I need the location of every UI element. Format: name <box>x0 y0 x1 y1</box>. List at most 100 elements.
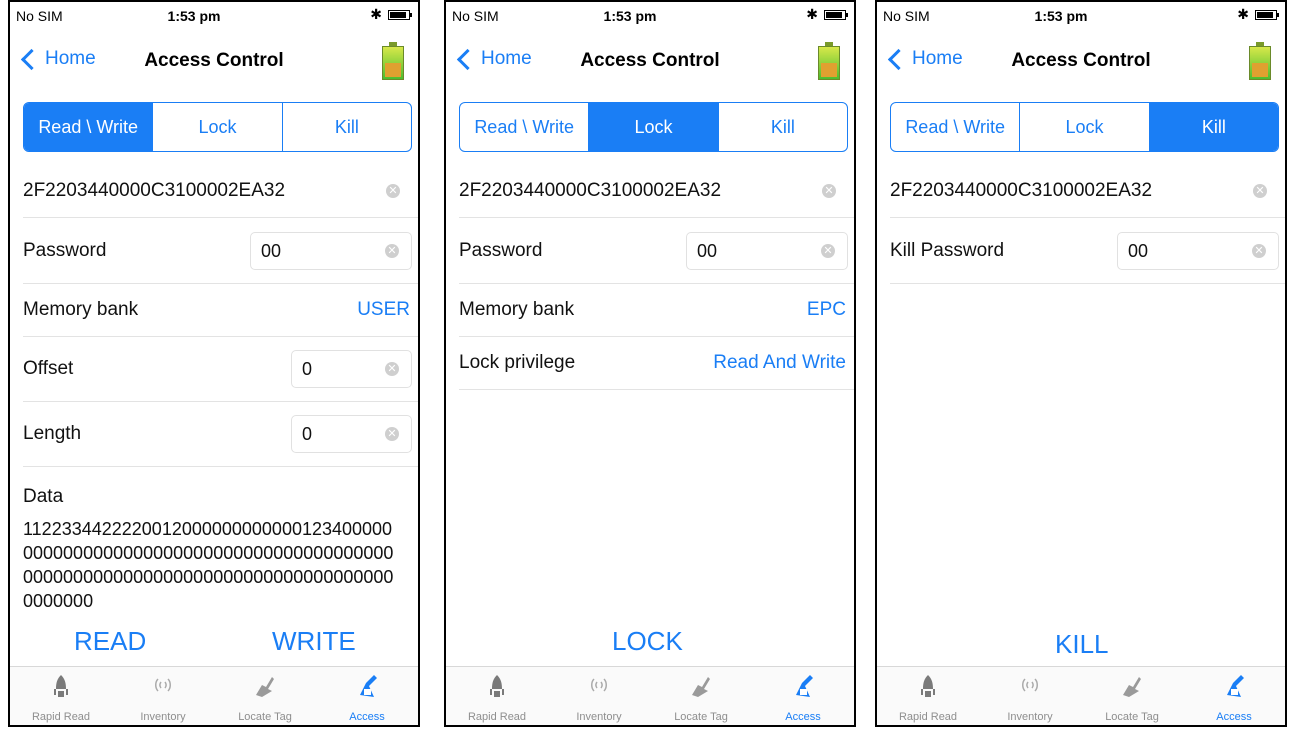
write-button[interactable]: WRITE <box>272 626 356 657</box>
clear-icon[interactable]: ✕ <box>385 244 399 258</box>
password-input[interactable]: 00 ✕ <box>250 232 412 270</box>
clear-icon[interactable]: ✕ <box>1252 244 1266 258</box>
locate-icon <box>256 677 274 697</box>
memory-bank-row[interactable]: Memory bank USER <box>23 284 418 337</box>
phone-read-write: No SIM 1:53 pm ✱ Home Access Control Rea… <box>8 0 420 727</box>
tag-id-field[interactable]: 2F2203440000C3100002EA32 <box>459 180 822 202</box>
length-row: Length 0 ✕ <box>23 402 418 467</box>
lock-privilege-value[interactable]: Read And Write <box>713 352 846 374</box>
tab-locate-tag[interactable]: Locate Tag <box>1081 667 1183 725</box>
reader-battery-icon <box>1249 42 1271 80</box>
tab-rapid-read[interactable]: Rapid Read <box>877 667 979 725</box>
lock-button[interactable]: LOCK <box>612 626 683 657</box>
clear-icon[interactable]: ✕ <box>385 362 399 376</box>
tab-access[interactable]: Access <box>752 667 854 725</box>
page-title: Access Control <box>580 50 720 71</box>
clock: 1:53 pm <box>167 8 221 24</box>
tag-id-field[interactable]: 2F2203440000C3100002EA32 <box>23 180 386 202</box>
tab-label: Rapid Read <box>31 711 91 723</box>
read-button[interactable]: READ <box>74 626 146 657</box>
mode-segmented-control: Read \ Write Lock Kill <box>459 102 848 152</box>
tab-inventory[interactable]: Inventory <box>548 667 650 725</box>
lock-privilege-row[interactable]: Lock privilege Read And Write <box>459 337 854 390</box>
segment-kill[interactable]: Kill <box>719 103 847 151</box>
bluetooth-icon: ✱ <box>1237 6 1249 22</box>
tab-inventory[interactable]: Inventory <box>112 667 214 725</box>
memory-bank-row[interactable]: Memory bank EPC <box>459 284 854 337</box>
reader-battery-icon <box>382 42 404 80</box>
nav-bar: Home Access Control <box>10 34 418 90</box>
signal-icon <box>591 678 607 692</box>
access-icon <box>796 675 813 697</box>
clear-icon[interactable]: ✕ <box>385 427 399 441</box>
status-bar: No SIM 1:53 pm ✱ <box>10 2 418 30</box>
password-label: Password <box>459 240 543 261</box>
memory-bank-label: Memory bank <box>459 299 575 320</box>
clear-icon[interactable]: ✕ <box>386 184 400 198</box>
rocket-icon <box>54 675 68 697</box>
segment-lock[interactable]: Lock <box>589 103 719 151</box>
memory-bank-value[interactable]: USER <box>357 299 410 321</box>
kill-password-input[interactable]: 00 ✕ <box>1117 232 1279 270</box>
password-row: Password 00 ✕ <box>23 219 418 284</box>
segment-read-write[interactable]: Read \ Write <box>460 103 590 151</box>
length-label: Length <box>23 423 82 444</box>
tab-bar: Rapid Read Inventory Locate Tag Access <box>446 666 854 725</box>
password-label: Password <box>23 240 107 261</box>
tab-rapid-read[interactable]: Rapid Read <box>10 667 112 725</box>
status-battery-icon <box>1255 10 1279 20</box>
length-input[interactable]: 0 ✕ <box>291 415 412 453</box>
locate-icon <box>692 677 710 697</box>
length-value: 0 <box>302 423 313 444</box>
clear-icon[interactable]: ✕ <box>1253 184 1267 198</box>
nav-bar: Home Access Control <box>446 34 854 90</box>
data-label: Data <box>23 486 64 507</box>
status-bar: No SIM 1:53 pm ✱ <box>877 2 1285 30</box>
offset-input[interactable]: 0 ✕ <box>291 350 412 388</box>
access-icon <box>360 675 377 697</box>
password-input[interactable]: 00 ✕ <box>686 232 848 270</box>
segment-lock[interactable]: Lock <box>1020 103 1150 151</box>
password-row: Password 00 ✕ <box>459 219 854 284</box>
rocket-icon <box>921 675 935 697</box>
password-value: 00 <box>697 240 718 261</box>
clear-icon[interactable]: ✕ <box>821 244 835 258</box>
bluetooth-icon: ✱ <box>370 6 382 22</box>
tab-access[interactable]: Access <box>316 667 418 725</box>
segment-kill[interactable]: Kill <box>1149 103 1278 151</box>
segment-kill[interactable]: Kill <box>283 103 411 151</box>
tab-access[interactable]: Access <box>1183 667 1285 725</box>
page-title: Access Control <box>1011 50 1151 71</box>
memory-bank-label: Memory bank <box>23 299 139 320</box>
clock: 1:53 pm <box>603 8 657 24</box>
tag-id-row[interactable]: 2F2203440000C3100002EA32 ✕ <box>890 165 1285 218</box>
clear-icon[interactable]: ✕ <box>822 184 836 198</box>
tab-label: Rapid Read <box>898 711 958 723</box>
segment-lock[interactable]: Lock <box>153 103 283 151</box>
tab-inventory[interactable]: Inventory <box>979 667 1081 725</box>
tab-rapid-read[interactable]: Rapid Read <box>446 667 548 725</box>
reader-battery-icon <box>818 42 840 80</box>
rocket-icon <box>490 675 504 697</box>
tag-id-field[interactable]: 2F2203440000C3100002EA32 <box>890 180 1253 202</box>
signal-icon <box>155 678 171 692</box>
bluetooth-icon: ✱ <box>806 6 818 22</box>
signal-icon <box>1022 678 1038 692</box>
offset-value: 0 <box>302 358 313 379</box>
tab-label: Access <box>349 711 385 723</box>
tab-bar: Rapid Read Inventory Locate Tag Access <box>10 666 418 725</box>
data-textarea[interactable]: 1122334422220012000000000000123400000000… <box>23 517 395 609</box>
offset-label: Offset <box>23 358 74 379</box>
tab-bar: Rapid Read Inventory Locate Tag Access <box>877 666 1285 725</box>
tab-locate-tag[interactable]: Locate Tag <box>650 667 752 725</box>
memory-bank-value[interactable]: EPC <box>807 299 846 321</box>
segment-read-write[interactable]: Read \ Write <box>24 103 154 151</box>
segment-read-write[interactable]: Read \ Write <box>891 103 1021 151</box>
kill-button[interactable]: KILL <box>1055 629 1109 660</box>
kill-password-value: 00 <box>1128 240 1149 261</box>
tab-locate-tag[interactable]: Locate Tag <box>214 667 316 725</box>
tag-id-row[interactable]: 2F2203440000C3100002EA32 ✕ <box>23 165 418 218</box>
tag-id-row[interactable]: 2F2203440000C3100002EA32 ✕ <box>459 165 854 218</box>
lock-privilege-label: Lock privilege <box>459 352 576 373</box>
access-icon <box>1227 675 1244 697</box>
